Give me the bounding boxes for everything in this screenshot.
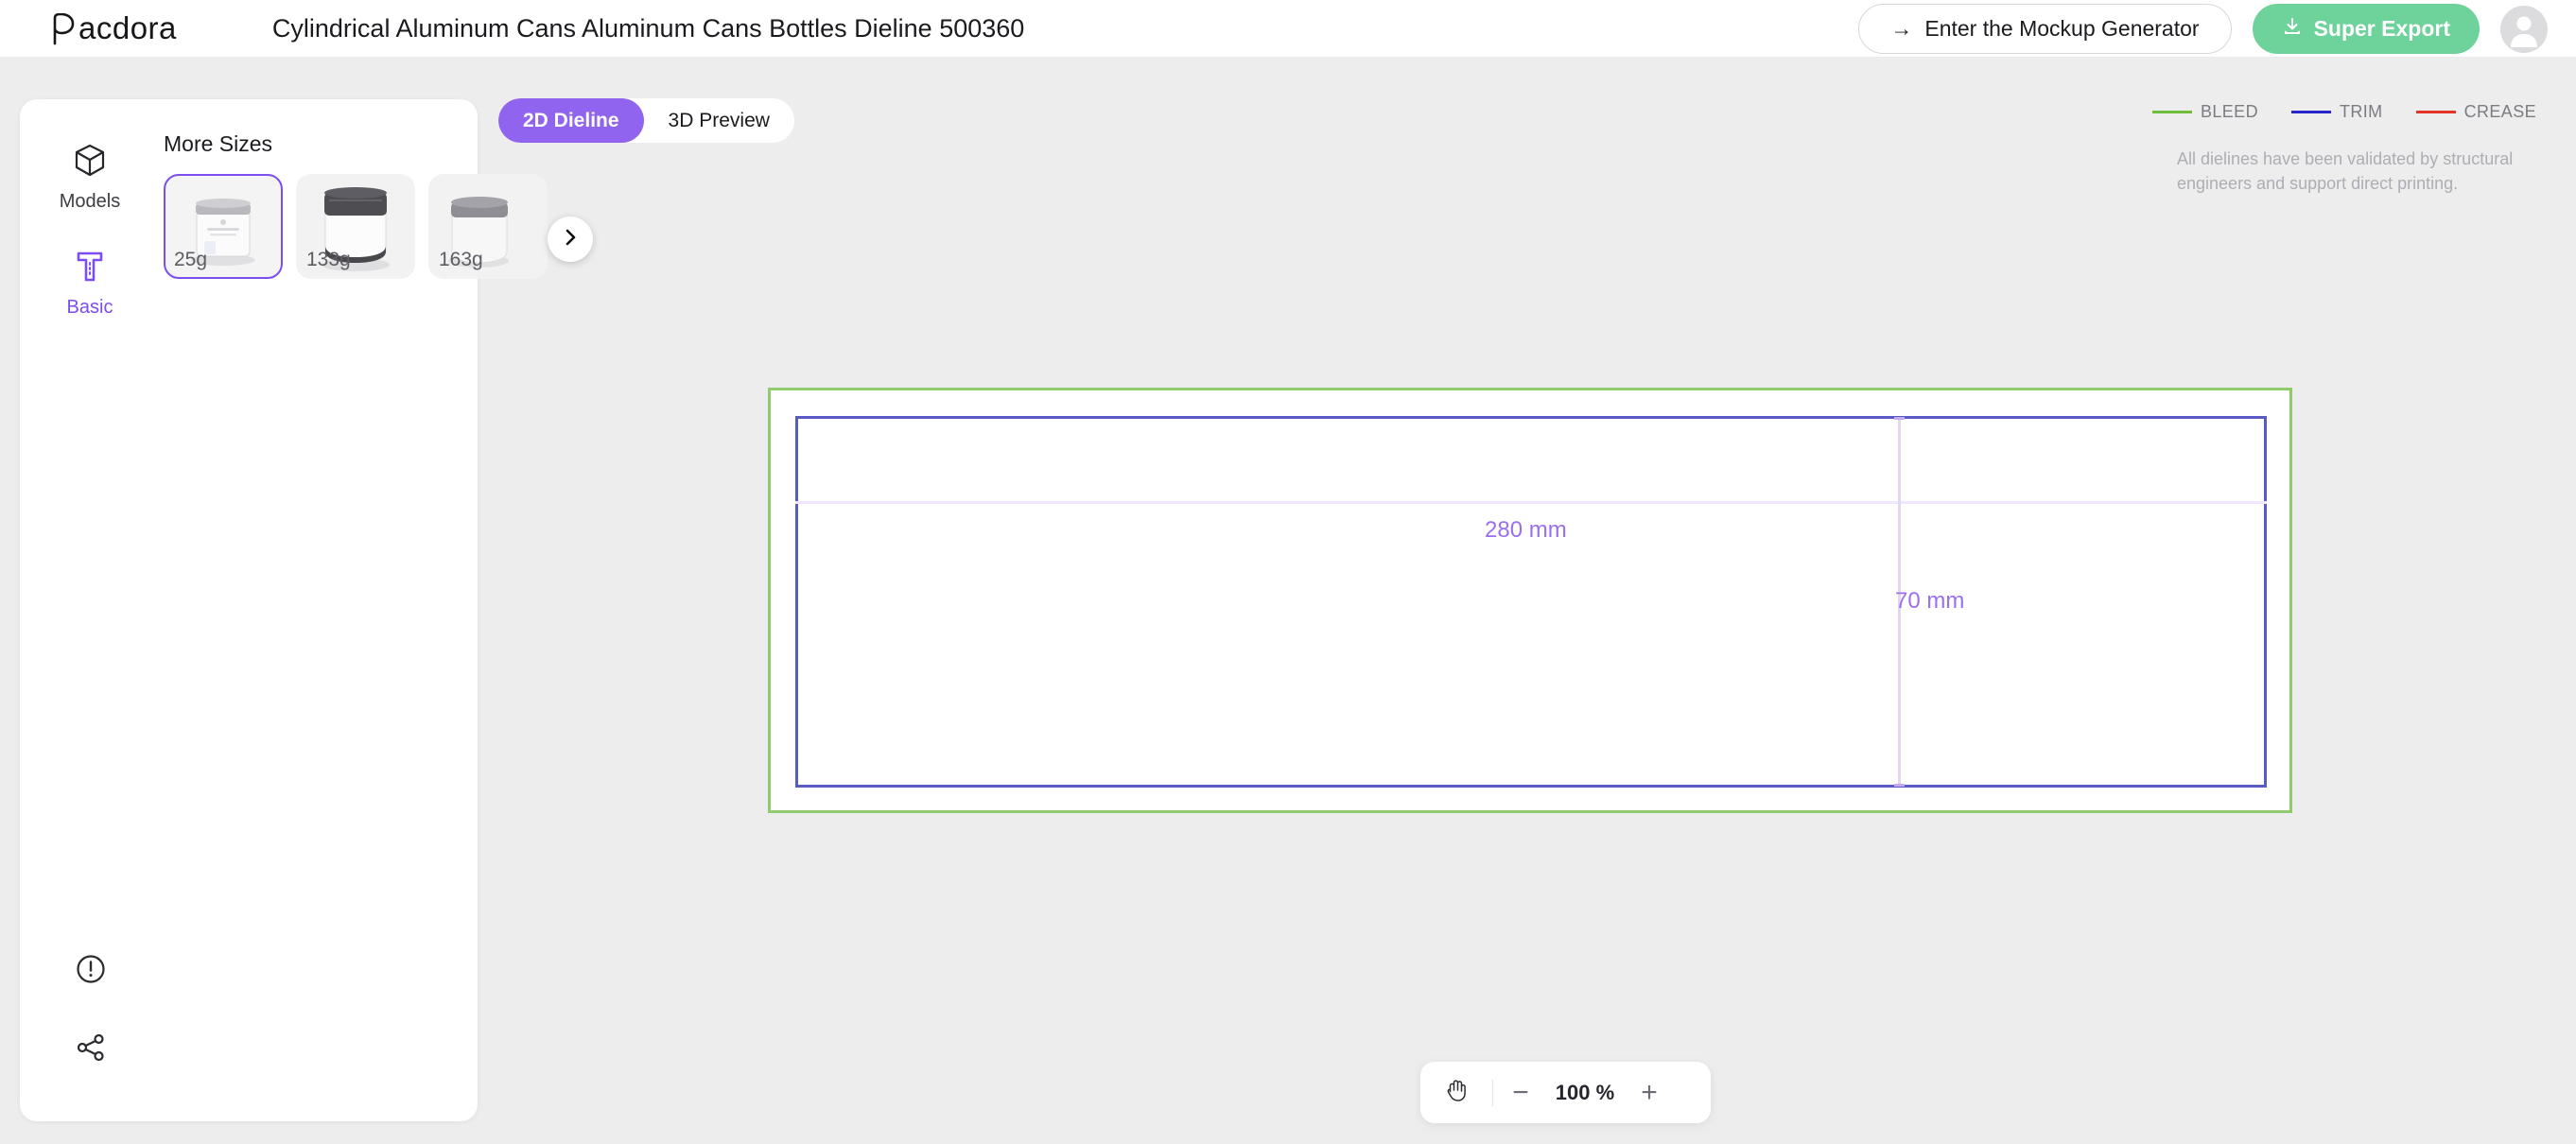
pan-tool-button[interactable] (1420, 1077, 1492, 1108)
width-dimension-label: 280 mm (1485, 517, 1567, 543)
zoom-level-label: 100 % (1555, 1080, 1615, 1104)
trim-boundary (795, 416, 2267, 788)
zoom-toolbar: − 100 % + (1420, 1062, 1711, 1123)
chevron-right-icon (560, 227, 581, 252)
height-dimension-label: 70 mm (1895, 588, 1965, 614)
dimension-cap-bottom (1894, 784, 1905, 787)
next-sizes-button[interactable] (548, 217, 593, 262)
horizontal-guide-line (795, 501, 2267, 504)
dieline-canvas[interactable]: 280 mm 70 mm (0, 0, 2576, 1144)
thumbnail-label: 163g (439, 249, 483, 270)
thumbnail-label: 25g (174, 249, 208, 270)
zoom-in-button[interactable]: + (1622, 1062, 1677, 1123)
hand-pan-icon (1443, 1077, 1470, 1108)
zoom-out-button[interactable]: − (1493, 1062, 1548, 1123)
thumbnail-label: 133g (306, 249, 351, 270)
dimension-cap-top (1894, 417, 1905, 420)
